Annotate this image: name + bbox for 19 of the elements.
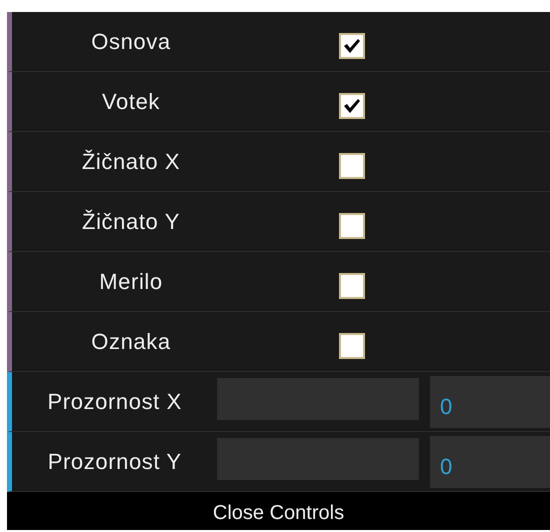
control-label: Osnova (90, 28, 172, 54)
number-field[interactable]: 0 (430, 376, 550, 428)
checkbox[interactable] (339, 32, 365, 58)
control-label: Prozornost X (46, 388, 183, 414)
checkbox[interactable] (339, 272, 365, 298)
checkbox[interactable] (339, 152, 365, 178)
control-label: Oznaka (90, 328, 172, 354)
close-controls-button[interactable]: Close Controls (7, 492, 550, 530)
number-field[interactable]: 0 (430, 436, 550, 488)
control-label: Merilo (98, 268, 164, 294)
control-label: Žičnato Y (81, 208, 181, 234)
checkbox[interactable] (339, 332, 365, 358)
checkbox[interactable] (339, 92, 365, 118)
checkmark-icon (343, 38, 361, 54)
control-label: Prozornost Y (46, 448, 183, 474)
checkmark-icon (343, 98, 361, 114)
control-label: Žičnato X (80, 148, 182, 174)
control-label: Votek (100, 88, 162, 114)
checkbox[interactable] (339, 212, 365, 238)
